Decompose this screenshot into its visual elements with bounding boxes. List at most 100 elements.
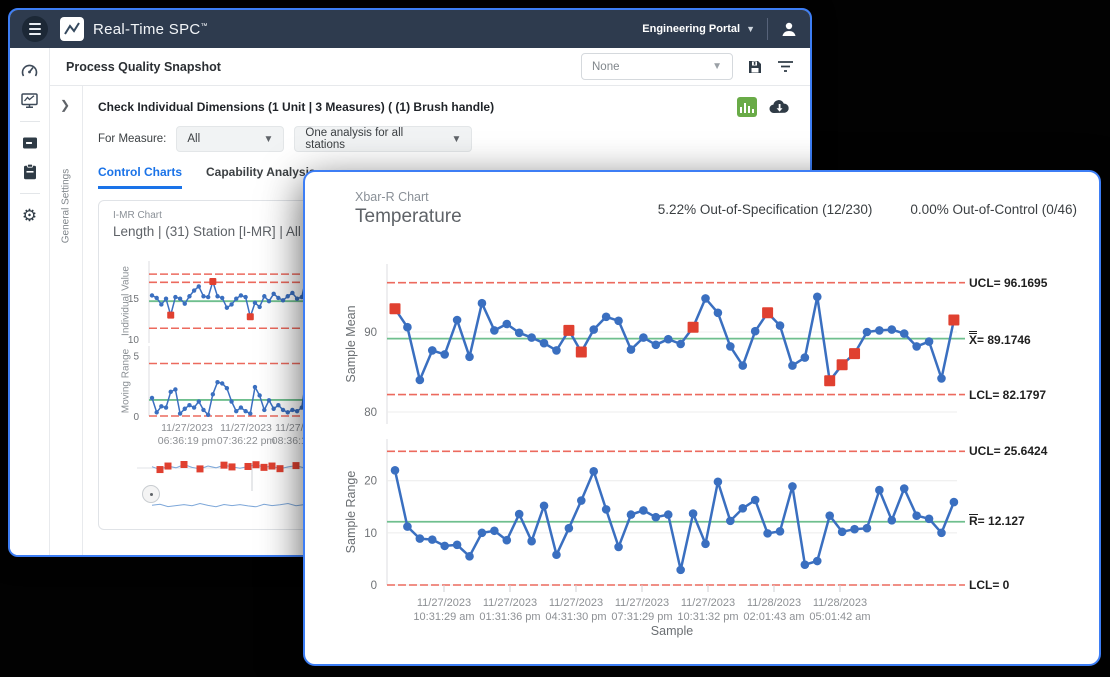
chevron-down-icon: ▼	[437, 134, 461, 145]
data-point-marker	[465, 353, 474, 362]
data-point-marker	[403, 323, 412, 332]
y-tick-label: 0	[133, 412, 139, 423]
measure-row: For Measure: All ▼ One analysis for all …	[98, 126, 796, 152]
data-point-marker	[950, 498, 959, 507]
data-point-marker	[540, 339, 549, 348]
data-point-marker	[253, 385, 257, 389]
data-point-marker	[875, 326, 884, 335]
tab-control-charts[interactable]: Control Charts	[98, 165, 182, 189]
user-account-icon[interactable]	[780, 20, 798, 38]
data-point-marker	[257, 305, 261, 309]
data-point-marker	[159, 302, 163, 306]
out-of-spec-marker	[688, 322, 699, 333]
data-point-marker	[173, 387, 177, 391]
sidebar-item-dashboard[interactable]	[19, 60, 41, 82]
out-of-spec-marker	[563, 325, 574, 336]
out-of-spec-marker	[849, 348, 860, 359]
data-point-marker	[676, 340, 685, 349]
out-of-spec-marker	[197, 465, 204, 472]
data-point-marker	[453, 316, 462, 325]
y-tick-label: 90	[364, 327, 377, 339]
data-point-marker	[701, 540, 710, 549]
data-point-marker	[173, 295, 177, 299]
out-of-spec-marker	[245, 463, 252, 470]
data-point-marker	[243, 295, 247, 299]
measure-select[interactable]: All ▼	[176, 126, 284, 152]
data-point-marker	[290, 408, 294, 412]
out-of-spec-marker	[247, 313, 254, 320]
data-point-marker	[813, 557, 822, 566]
data-point-marker	[900, 484, 909, 493]
data-point-marker	[801, 353, 810, 362]
settings-strip-label: General Settings	[61, 169, 72, 244]
filter-button[interactable]	[777, 59, 794, 74]
data-point-marker	[639, 506, 648, 515]
data-point-marker	[788, 482, 797, 491]
general-settings-strip: ❯ General Settings	[50, 86, 83, 555]
data-point-marker	[262, 294, 266, 298]
data-point-marker	[502, 536, 511, 545]
data-point-marker	[440, 542, 449, 551]
data-point-marker	[714, 309, 723, 318]
data-point-marker	[239, 405, 243, 409]
data-point-marker	[281, 408, 285, 412]
data-point-marker	[267, 299, 271, 303]
data-point-marker	[552, 550, 561, 559]
portal-label: Engineering Portal	[642, 23, 740, 35]
data-point-marker	[192, 288, 196, 292]
expand-settings-chevron-icon[interactable]: ❯	[60, 98, 70, 112]
save-button[interactable]	[747, 59, 763, 75]
data-point-marker	[220, 381, 224, 385]
sidebar-item-settings[interactable]: ⚙	[19, 204, 41, 226]
data-point-marker	[262, 408, 266, 412]
data-point-marker	[751, 327, 760, 336]
histogram-view-button[interactable]	[737, 97, 757, 117]
data-point-marker	[197, 399, 201, 403]
data-point-marker	[838, 528, 847, 537]
preset-select[interactable]: None ▼	[581, 53, 733, 80]
data-point-marker	[912, 511, 921, 520]
data-point-marker	[726, 517, 735, 526]
filter-list-icon	[777, 59, 794, 74]
bar-icon	[748, 106, 751, 113]
data-point-marker	[183, 301, 187, 305]
out-of-spec-marker	[390, 303, 401, 314]
data-point-marker	[150, 293, 154, 297]
data-point-marker	[863, 328, 872, 337]
data-point-marker	[589, 325, 598, 334]
app-title: Real-Time SPC™	[93, 21, 208, 38]
range-y-axis-label: Sample Range	[344, 471, 358, 554]
data-point-marker	[863, 524, 872, 533]
data-point-marker	[253, 301, 257, 305]
data-point-marker	[428, 346, 437, 355]
tab-capability-analysis[interactable]: Capability Analysis	[206, 165, 316, 189]
out-of-spec-marker	[221, 462, 228, 469]
data-point-marker	[276, 403, 280, 407]
data-point-marker	[295, 409, 299, 413]
portal-switcher[interactable]: Engineering Portal ▼	[642, 23, 755, 35]
data-point-marker	[888, 516, 897, 525]
data-point-marker	[159, 404, 163, 408]
download-button[interactable]	[769, 99, 790, 115]
sidebar-divider	[20, 193, 40, 194]
sidebar-divider	[20, 121, 40, 122]
page-title: Process Quality Snapshot	[66, 60, 221, 74]
data-point-marker	[169, 390, 173, 394]
data-point-marker	[602, 313, 611, 322]
data-point-marker	[403, 522, 412, 531]
sidebar-item-storage[interactable]	[19, 132, 41, 154]
mean-centerline-label: X= 89.1746	[969, 331, 1031, 347]
out-of-spec-marker	[762, 307, 773, 318]
navigator-handle[interactable]	[142, 485, 160, 503]
hamburger-menu-button[interactable]	[22, 16, 48, 42]
data-point-marker	[639, 333, 648, 342]
out-of-spec-marker	[157, 466, 164, 473]
analysis-mode-select[interactable]: One analysis for all stations ▼	[294, 126, 472, 152]
x-axis-title: Sample	[627, 624, 717, 638]
sidebar-item-monitoring[interactable]	[19, 89, 41, 111]
data-point-marker	[215, 380, 219, 384]
imr-y2-axis-label: Moving Range	[121, 349, 132, 413]
data-point-marker	[888, 325, 897, 334]
clipboard-icon	[21, 163, 39, 181]
sidebar-item-tasks[interactable]	[19, 161, 41, 183]
